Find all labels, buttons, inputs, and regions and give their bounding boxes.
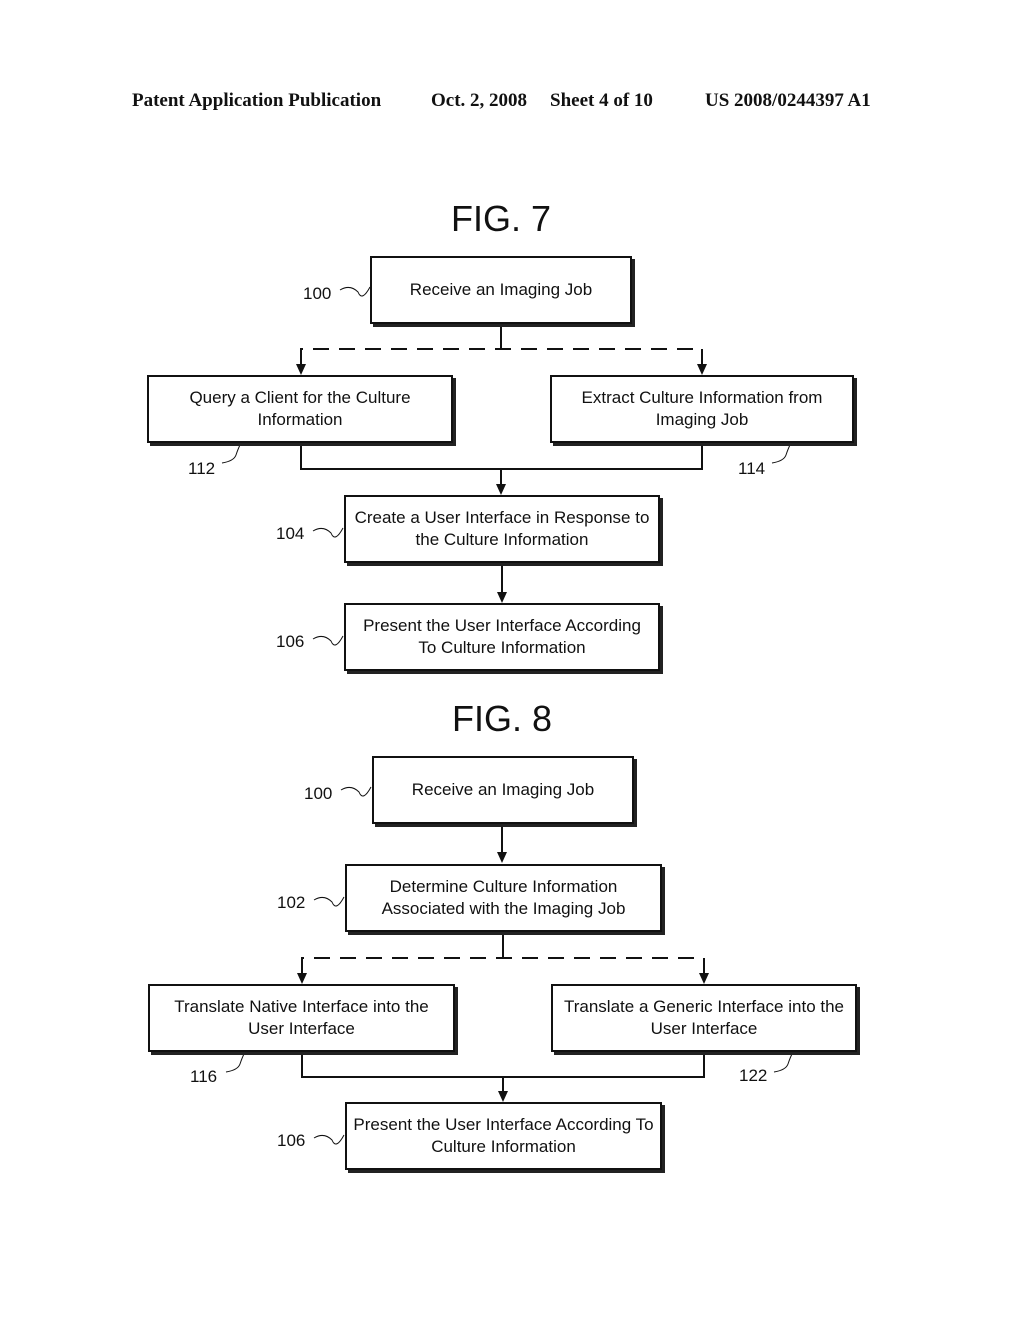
fig8-step-translate-native: Translate Native Interface into the User… — [148, 984, 455, 1052]
arrowhead — [297, 973, 307, 984]
ref-leader-100a — [339, 286, 371, 297]
ref-leader-114 — [771, 444, 791, 464]
fig7-step-query-client: Query a Client for the Culture Informati… — [147, 375, 453, 443]
ref-leader-116 — [225, 1053, 245, 1073]
ref-100: 100 — [303, 284, 332, 303]
ref-leader-106b — [313, 1134, 345, 1145]
fig8-title: FIG. 8 — [451, 698, 553, 739]
ref-leader-102 — [313, 896, 345, 907]
ref-leader-100b — [340, 786, 372, 797]
fig7-merge-line — [300, 445, 703, 470]
fig8-step-translate-generic: Translate a Generic Interface into the U… — [551, 984, 857, 1052]
ref-leader-112 — [221, 444, 241, 464]
ref-102: 102 — [277, 893, 306, 912]
fig7-step-present-ui: Present the User Interface According To … — [344, 603, 660, 671]
ref-104: 104 — [276, 524, 305, 543]
arrowhead — [497, 592, 507, 603]
fig8-step-determine-culture: Determine Culture Information Associated… — [345, 864, 662, 932]
fig7-title: FIG. 7 — [450, 198, 552, 239]
ref-100: 100 — [304, 784, 333, 803]
ref-leader-106a — [312, 635, 344, 646]
fig7-step-receive-job: Receive an Imaging Job — [370, 256, 632, 324]
fig7-step-extract-culture: Extract Culture Information from Imaging… — [550, 375, 854, 443]
fig8-merge-line — [301, 1053, 705, 1078]
fig7-step-create-ui: Create a User Interface in Response to t… — [344, 495, 660, 563]
ref-114: 114 — [738, 459, 766, 478]
fig8-dashed-branch — [301, 957, 705, 972]
ref-leader-122 — [773, 1053, 793, 1073]
fig8-step-receive-job: Receive an Imaging Job — [372, 756, 634, 824]
arrowhead — [498, 1091, 508, 1102]
ref-116: 116 — [190, 1067, 218, 1086]
arrowhead — [296, 364, 306, 375]
fig8-step-present-ui: Present the User Interface According To … — [345, 1102, 662, 1170]
arrowhead — [496, 484, 506, 495]
ref-122: 122 — [739, 1066, 768, 1085]
arrowhead — [697, 364, 707, 375]
ref-112: 112 — [188, 459, 216, 478]
arrowhead — [699, 973, 709, 984]
ref-106: 106 — [277, 1131, 306, 1150]
ref-106: 106 — [276, 632, 305, 651]
ref-leader-104 — [312, 527, 344, 538]
fig7-dashed-branch — [300, 348, 703, 363]
arrowhead — [497, 852, 507, 863]
